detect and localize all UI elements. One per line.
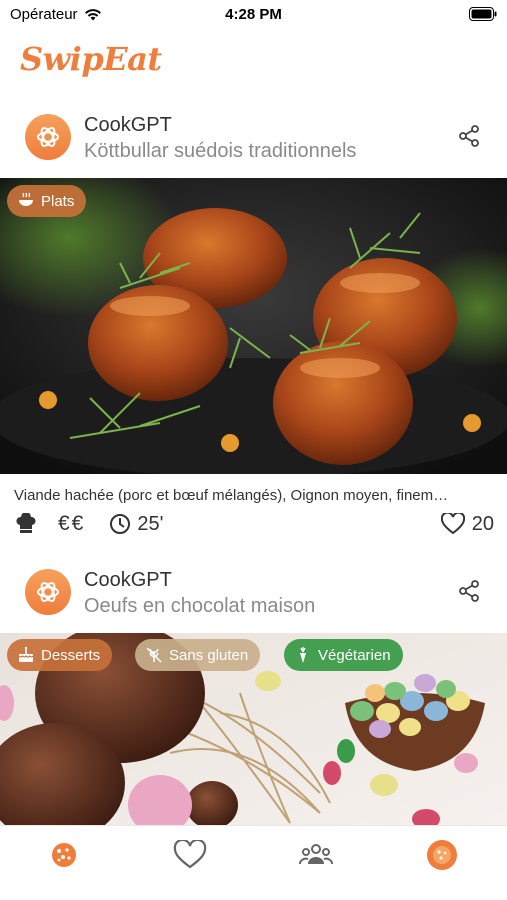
recipe-card-header: CookGPT Oeufs en chocolat maison: [0, 569, 507, 639]
recipe-card-header: CookGPT Köttbullar suédois traditionnels: [0, 114, 507, 184]
tag-chip[interactable]: Plats: [7, 185, 87, 217]
share-icon[interactable]: [457, 579, 481, 603]
author-avatar[interactable]: [25, 114, 71, 160]
prep-time: 25': [137, 512, 164, 535]
carrot-icon: [300, 647, 306, 663]
bottom-tab-bar: [0, 825, 507, 900]
openai-knot-icon: [37, 582, 59, 602]
tab-favorites[interactable]: [173, 838, 207, 872]
profile-cookie-icon: [427, 840, 457, 870]
tag-chip[interactable]: Sans gluten: [135, 639, 261, 671]
price-level: €€: [58, 512, 86, 535]
author-name[interactable]: CookGPT: [84, 569, 172, 592]
clock-icon: [110, 514, 131, 534]
recipe-photo[interactable]: Desserts Sans gluten Végétarien: [0, 633, 507, 825]
tab-community[interactable]: [299, 838, 333, 872]
heart-icon: [173, 840, 207, 869]
status-bar: Opérateur 4:28 PM: [0, 0, 507, 30]
recipe-meta-row: €€ 25' 20: [14, 510, 494, 538]
tag-label: Sans gluten: [169, 646, 249, 664]
recipe-title[interactable]: Oeufs en chocolat maison: [84, 595, 315, 618]
app-screen: Opérateur 4:28 PM SwipEat CookGPT Köttbu…: [0, 0, 507, 900]
cookie-icon: [52, 843, 76, 867]
share-icon[interactable]: [457, 124, 481, 148]
heart-outline-icon[interactable]: [440, 513, 465, 535]
status-time: 4:28 PM: [225, 6, 282, 23]
ingredients-text: Viande hachée (porc et bœuf mélangés), O…: [14, 487, 449, 504]
tag-chip[interactable]: Végétarien: [284, 639, 403, 671]
battery-icon: [469, 7, 497, 21]
community-icon: [299, 844, 333, 865]
author-avatar[interactable]: [25, 569, 71, 615]
recipe-title[interactable]: Köttbullar suédois traditionnels: [84, 140, 356, 163]
recipe-photo[interactable]: Plats: [0, 178, 507, 474]
tab-profile[interactable]: [425, 838, 459, 872]
wheat-off-icon: [146, 647, 162, 663]
meatballs-image: [0, 178, 507, 474]
tag-chip[interactable]: Desserts: [7, 639, 113, 671]
tab-discover[interactable]: [47, 838, 81, 872]
cake-icon: [18, 646, 34, 662]
like-count: 20: [471, 512, 494, 535]
tag-label: Plats: [41, 192, 75, 210]
tag-label: Végétarien: [318, 646, 391, 664]
author-name[interactable]: CookGPT: [84, 114, 172, 137]
bowl-icon: [19, 192, 33, 206]
app-header: SwipEat: [20, 40, 162, 90]
tag-label: Desserts: [41, 646, 101, 664]
openai-knot-icon: [37, 127, 59, 147]
chef-hat-icon: [16, 513, 36, 533]
app-logo[interactable]: SwipEat: [20, 40, 162, 78]
